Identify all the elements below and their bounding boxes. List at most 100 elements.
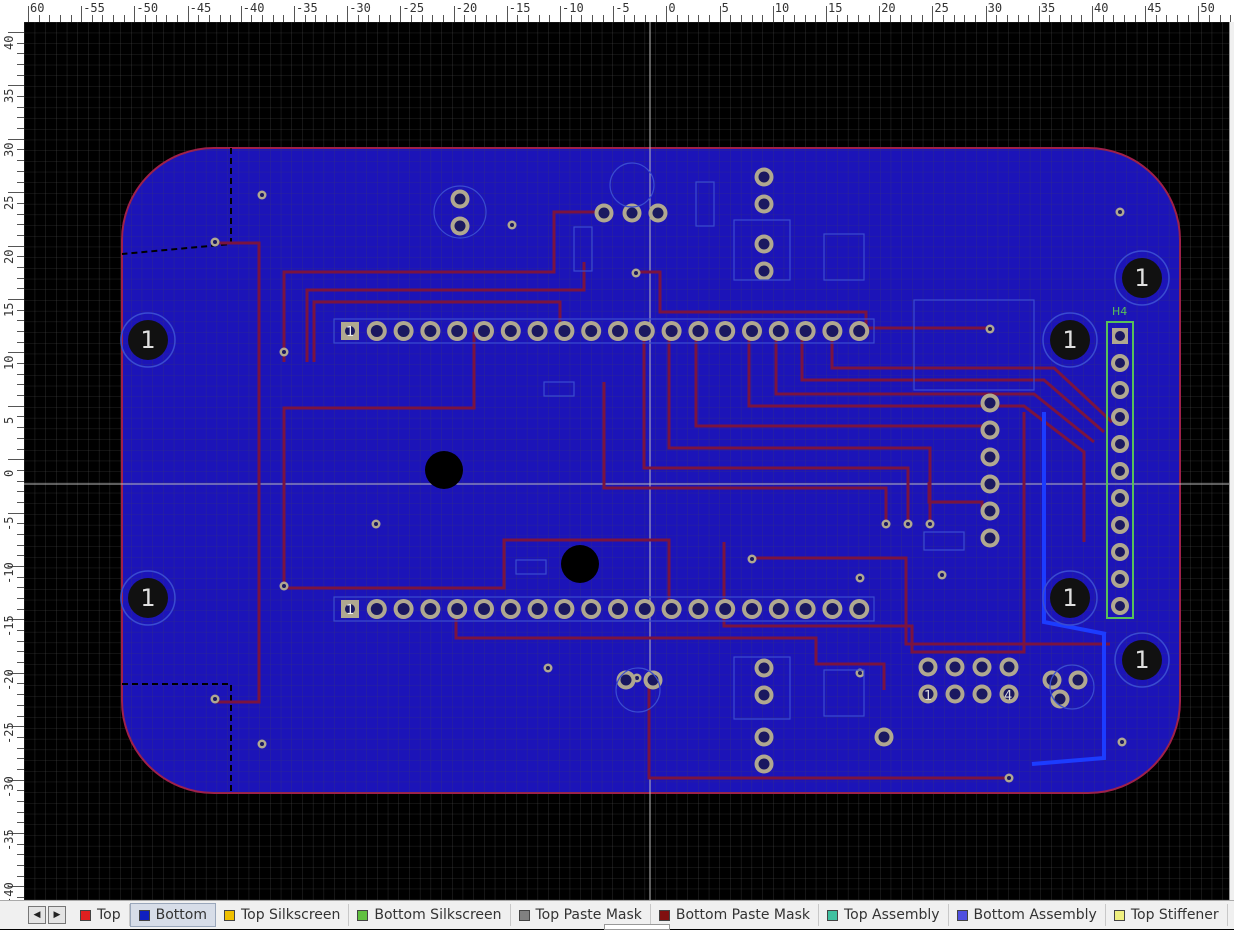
component-pad-hole — [626, 207, 638, 219]
ruler-minor-tick — [921, 15, 923, 22]
via-hole — [213, 697, 217, 701]
ruler-minor-tick — [889, 15, 891, 22]
ruler-minor-tick — [17, 277, 24, 279]
layer-tab-bottom-assembly[interactable]: Bottom Assembly — [949, 904, 1106, 926]
ruler-minor-tick — [368, 15, 370, 22]
layer-tab-bottom-paste-mask[interactable]: Bottom Paste Mask — [651, 904, 819, 926]
ruler-minor-tick — [17, 202, 24, 204]
ruler-minor-tick — [17, 544, 24, 546]
ruler-minor-tick — [1113, 15, 1115, 22]
header-pin-hole — [612, 603, 624, 615]
ruler-minor-tick — [911, 15, 913, 22]
header-pin-hole — [799, 325, 812, 337]
h4-pin-hole — [1115, 385, 1125, 395]
ruler-minor-tick — [794, 15, 796, 22]
ruler-y-label: 5 — [2, 416, 16, 424]
tab-scroll-right-button[interactable]: ▶ — [48, 906, 66, 924]
header-pin-hole — [719, 325, 732, 337]
ruler-minor-tick — [17, 747, 24, 749]
ruler-minor-tick — [464, 15, 466, 22]
ruler-y-label: 10 — [2, 355, 16, 371]
ruler-minor-tick — [687, 15, 689, 22]
ruler-minor-tick — [17, 181, 24, 183]
ruler-major-tick — [347, 6, 349, 22]
ruler-minor-tick — [17, 469, 24, 471]
h4-pin-hole — [1115, 601, 1125, 611]
header-pin-hole — [424, 325, 437, 337]
header-pin-hole — [370, 603, 383, 615]
ruler-minor-tick — [1219, 15, 1221, 22]
header-pin-hole — [772, 325, 785, 337]
ruler-minor-tick — [357, 15, 359, 22]
ruler-x-label: -10 — [562, 1, 584, 15]
ruler-major-tick — [879, 6, 881, 22]
ruler-minor-tick — [17, 800, 24, 802]
via-hole — [282, 584, 286, 588]
horizontal-ruler: 60 -55 -50 -45 -40 -35 -30 -25 -20 -15 -10 -5 0 5 10 15… — [0, 0, 1234, 23]
ruler-minor-tick — [17, 630, 24, 632]
ruler-minor-tick — [17, 448, 24, 450]
ruler-minor-tick — [17, 427, 24, 429]
layer-tab-label: Bottom Paste Mask — [675, 907, 810, 923]
via-hole — [1007, 776, 1011, 780]
connector-h4-label: H4 — [1112, 305, 1127, 318]
ruler-major-tick — [1198, 6, 1200, 22]
large-via[interactable] — [561, 545, 599, 583]
layer-tab-label: Bottom — [155, 907, 207, 923]
ruler-minor-tick — [17, 384, 24, 386]
ruler-minor-tick — [176, 15, 178, 22]
via-hole — [635, 676, 639, 680]
ruler-minor-tick — [900, 15, 902, 22]
ruler-minor-tick — [17, 224, 24, 226]
vertical-scroll-edge[interactable] — [1229, 22, 1234, 900]
header-pin1-label: 1 — [346, 603, 354, 618]
ruler-major-tick — [560, 6, 561, 22]
h4-pin-hole — [1115, 439, 1125, 449]
ruler-minor-tick — [70, 15, 72, 22]
layer-tab-top-stiffener[interactable]: Top Stiffener — [1106, 904, 1228, 926]
layer-color-swatch — [658, 909, 670, 921]
ruler-x-label: 40 — [1094, 1, 1109, 15]
ruler-minor-tick — [17, 822, 24, 824]
large-via[interactable] — [425, 451, 463, 489]
layer-tab-top[interactable]: Top — [72, 904, 130, 926]
ruler-y-label: 30 — [2, 142, 16, 157]
ruler-minor-tick — [1006, 15, 1008, 22]
component-pad-hole — [647, 674, 659, 686]
layer-tab-bottom-silkscreen[interactable]: Bottom Silkscreen — [349, 904, 511, 926]
ruler-y-label: -30 — [2, 775, 16, 798]
mounting-hole-label: 1 — [1062, 326, 1077, 354]
mounting-hole-label: 1 — [1134, 646, 1149, 674]
ruler-major-tick — [400, 6, 402, 22]
ruler-minor-tick — [17, 416, 24, 418]
component-pad-hole — [976, 688, 988, 700]
pcb-canvas[interactable]: 1 1 1 1 1 1 1 1 H4 1 4 — [24, 22, 1234, 900]
tab-scroll-left-button[interactable]: ◀ — [28, 906, 46, 924]
via-hole — [213, 240, 217, 244]
ruler-minor-tick — [113, 15, 115, 22]
layer-tab-top-silkscreen[interactable]: Top Silkscreen — [216, 904, 350, 926]
ruler-y-label: -10 — [2, 562, 16, 584]
component-pad-hole — [922, 661, 934, 673]
mounting-hole-label: 1 — [1062, 584, 1077, 612]
mounting-hole-label: 1 — [140, 326, 155, 354]
ruler-minor-tick — [17, 74, 24, 76]
ruler-x-label: 5 — [721, 1, 729, 15]
ruler-minor-tick — [1209, 15, 1211, 22]
ruler-minor-tick — [17, 234, 24, 236]
ruler-minor-tick — [283, 15, 285, 22]
ruler-minor-tick — [655, 15, 657, 22]
pcb-view[interactable]: 1 1 1 1 1 1 1 1 H4 1 4 — [24, 22, 1234, 900]
ruler-minor-tick — [17, 501, 24, 503]
layer-tab-top-assembly[interactable]: Top Assembly — [819, 904, 949, 926]
layer-tab-top-paste-mask[interactable]: Top Paste Mask — [511, 904, 651, 926]
horizontal-scrollbar-thumb[interactable] — [604, 924, 670, 930]
layer-tab-b[interactable]: B — [1228, 904, 1234, 926]
layer-tab-bottom[interactable]: Bottom — [129, 903, 216, 927]
ruler-minor-tick — [17, 320, 24, 322]
ruler-minor-tick — [549, 15, 551, 22]
ruler-major-tick — [985, 6, 987, 22]
header-pin-hole — [504, 603, 517, 615]
ruler-y-label: 25 — [2, 195, 16, 211]
header-pin-hole — [585, 603, 598, 615]
